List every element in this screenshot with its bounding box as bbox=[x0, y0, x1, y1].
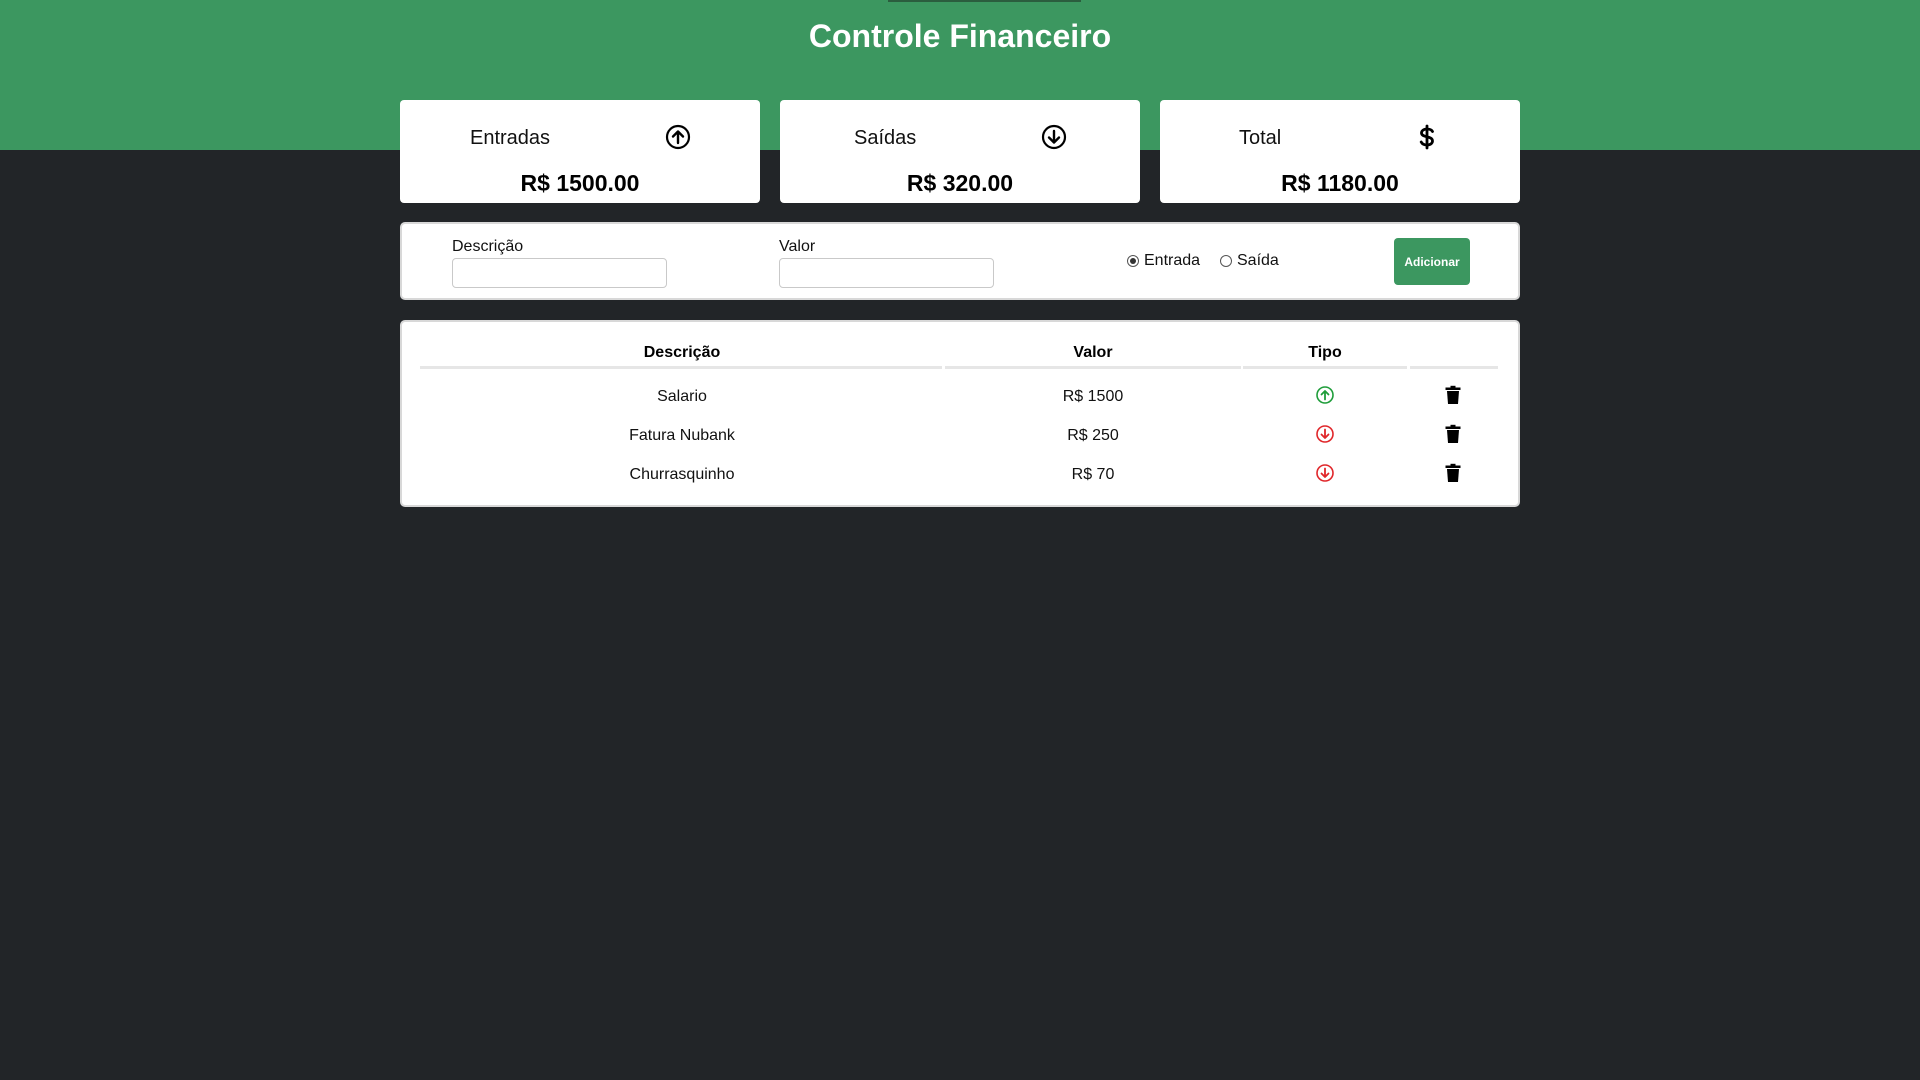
card-entradas-label: Entradas bbox=[470, 127, 551, 149]
header-divider bbox=[945, 366, 1241, 369]
row-descricao: Churrasquinho bbox=[629, 466, 735, 483]
arrow-up-circle-icon bbox=[1316, 386, 1334, 404]
row-valor: R$ 70 bbox=[1071, 466, 1115, 483]
transactions-table: Descrição Valor Tipo Salario R$ 1500 Fat… bbox=[400, 320, 1520, 507]
arrow-down-circle-icon bbox=[1316, 464, 1334, 482]
header-descricao: Descrição bbox=[643, 344, 721, 361]
row-descricao: Fatura Nubank bbox=[629, 427, 735, 444]
arrow-down-circle-icon bbox=[1041, 124, 1067, 150]
header-divider bbox=[1243, 366, 1407, 369]
card-total-value: R$ 1180.00 bbox=[1281, 170, 1399, 196]
radio-entrada-circle[interactable] bbox=[1127, 255, 1139, 267]
arrow-down-circle-icon bbox=[1316, 425, 1334, 443]
radio-saida-label: Saída bbox=[1237, 252, 1279, 269]
card-total: Total R$ 1180.00 bbox=[1160, 100, 1520, 203]
transaction-form: Descrição Valor Entrada Saída Adicionar bbox=[400, 222, 1520, 300]
top-divider bbox=[888, 0, 1081, 2]
radio-entrada[interactable]: Entrada bbox=[1127, 252, 1200, 270]
row-valor: R$ 1500 bbox=[1062, 388, 1124, 405]
trash-icon[interactable] bbox=[1443, 424, 1463, 444]
add-button[interactable]: Adicionar bbox=[1394, 238, 1470, 285]
card-entradas: Entradas R$ 1500.00 bbox=[400, 100, 760, 203]
trash-icon[interactable] bbox=[1443, 463, 1463, 483]
row-valor: R$ 250 bbox=[1067, 427, 1119, 444]
descricao-label: Descrição bbox=[452, 238, 524, 255]
summary-cards: Entradas R$ 1500.00 Saídas R$ 320.00 Tot… bbox=[400, 100, 1520, 203]
trash-icon[interactable] bbox=[1443, 385, 1463, 405]
card-entradas-value: R$ 1500.00 bbox=[520, 170, 640, 196]
header-tipo: Tipo bbox=[1308, 344, 1342, 361]
card-saidas: Saídas R$ 320.00 bbox=[780, 100, 1140, 203]
card-saidas-label: Saídas bbox=[854, 127, 917, 149]
card-saidas-value: R$ 320.00 bbox=[906, 170, 1014, 196]
radio-saida-circle[interactable] bbox=[1220, 255, 1232, 267]
header-divider bbox=[420, 366, 942, 369]
row-descricao: Salario bbox=[657, 388, 707, 405]
valor-label: Valor bbox=[779, 238, 816, 255]
descricao-input[interactable] bbox=[452, 258, 667, 288]
dollar-icon bbox=[1419, 124, 1434, 150]
header-valor: Valor bbox=[1073, 344, 1113, 361]
page-title: Controle Financeiro bbox=[808, 18, 1112, 54]
card-total-label: Total bbox=[1239, 127, 1282, 149]
radio-saida[interactable]: Saída bbox=[1220, 252, 1279, 270]
radio-entrada-label: Entrada bbox=[1144, 252, 1201, 269]
valor-input[interactable] bbox=[779, 258, 994, 288]
header-divider bbox=[1410, 366, 1498, 369]
arrow-up-circle-icon bbox=[665, 124, 691, 150]
